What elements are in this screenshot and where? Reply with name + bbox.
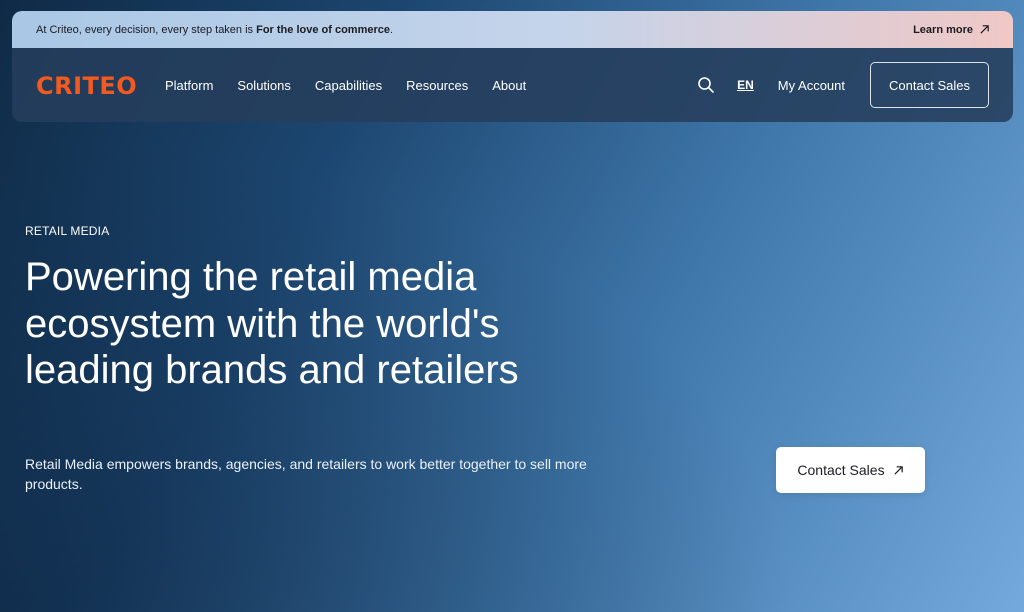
learn-more-label: Learn more [913, 23, 973, 36]
contact-sales-nav-button[interactable]: Contact Sales [870, 62, 989, 108]
contact-sales-hero-button[interactable]: Contact Sales [776, 447, 925, 493]
my-account-link[interactable]: My Account [778, 78, 845, 93]
search-icon[interactable] [697, 76, 715, 94]
hero-eyebrow: RETAIL MEDIA [25, 224, 110, 238]
arrow-up-right-icon [980, 25, 989, 34]
language-selector[interactable]: EN [737, 78, 754, 92]
arrow-up-right-icon [893, 465, 903, 475]
nav-item-platform[interactable]: Platform [165, 78, 213, 93]
hero-headline: Powering the retail media ecosystem with… [25, 255, 519, 392]
hero-subtext: Retail Media empowers brands, agencies, … [25, 456, 587, 492]
nav-item-about[interactable]: About [492, 78, 526, 93]
contact-sales-hero-label: Contact Sales [797, 462, 885, 478]
announcement-bar: At Criteo, every decision, every step ta… [12, 11, 1013, 48]
announcement-text: At Criteo, every decision, every step ta… [36, 23, 394, 36]
nav-utilities: EN My Account Contact Sales [697, 62, 989, 108]
announcement-highlight: For the love of commerce [256, 23, 390, 36]
nav-item-capabilities[interactable]: Capabilities [315, 78, 382, 93]
nav-menu: Platform Solutions Capabilities Resource… [165, 78, 550, 93]
criteo-logo[interactable]: CRITEO [36, 72, 140, 100]
main-nav: CRITEO Platform Solutions Capabilities R… [12, 48, 1013, 122]
nav-item-solutions[interactable]: Solutions [237, 78, 290, 93]
learn-more-link[interactable]: Learn more [913, 24, 990, 36]
nav-item-resources[interactable]: Resources [406, 78, 468, 93]
